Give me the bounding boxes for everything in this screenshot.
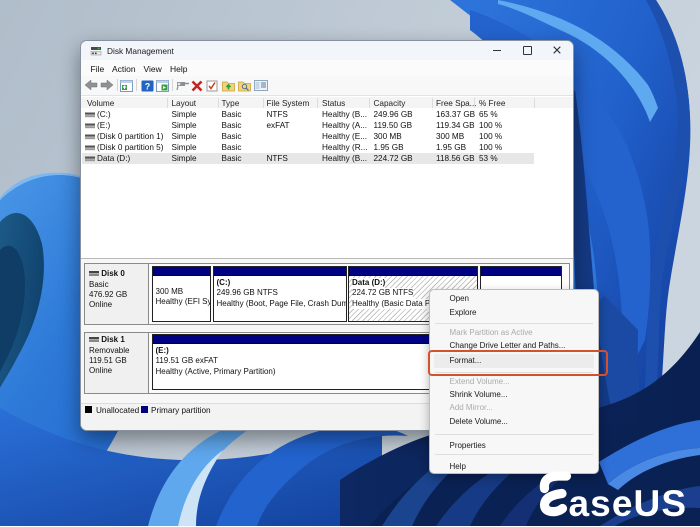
- svg-text:?: ?: [145, 81, 151, 91]
- svg-text:aseUS: aseUS: [569, 483, 688, 522]
